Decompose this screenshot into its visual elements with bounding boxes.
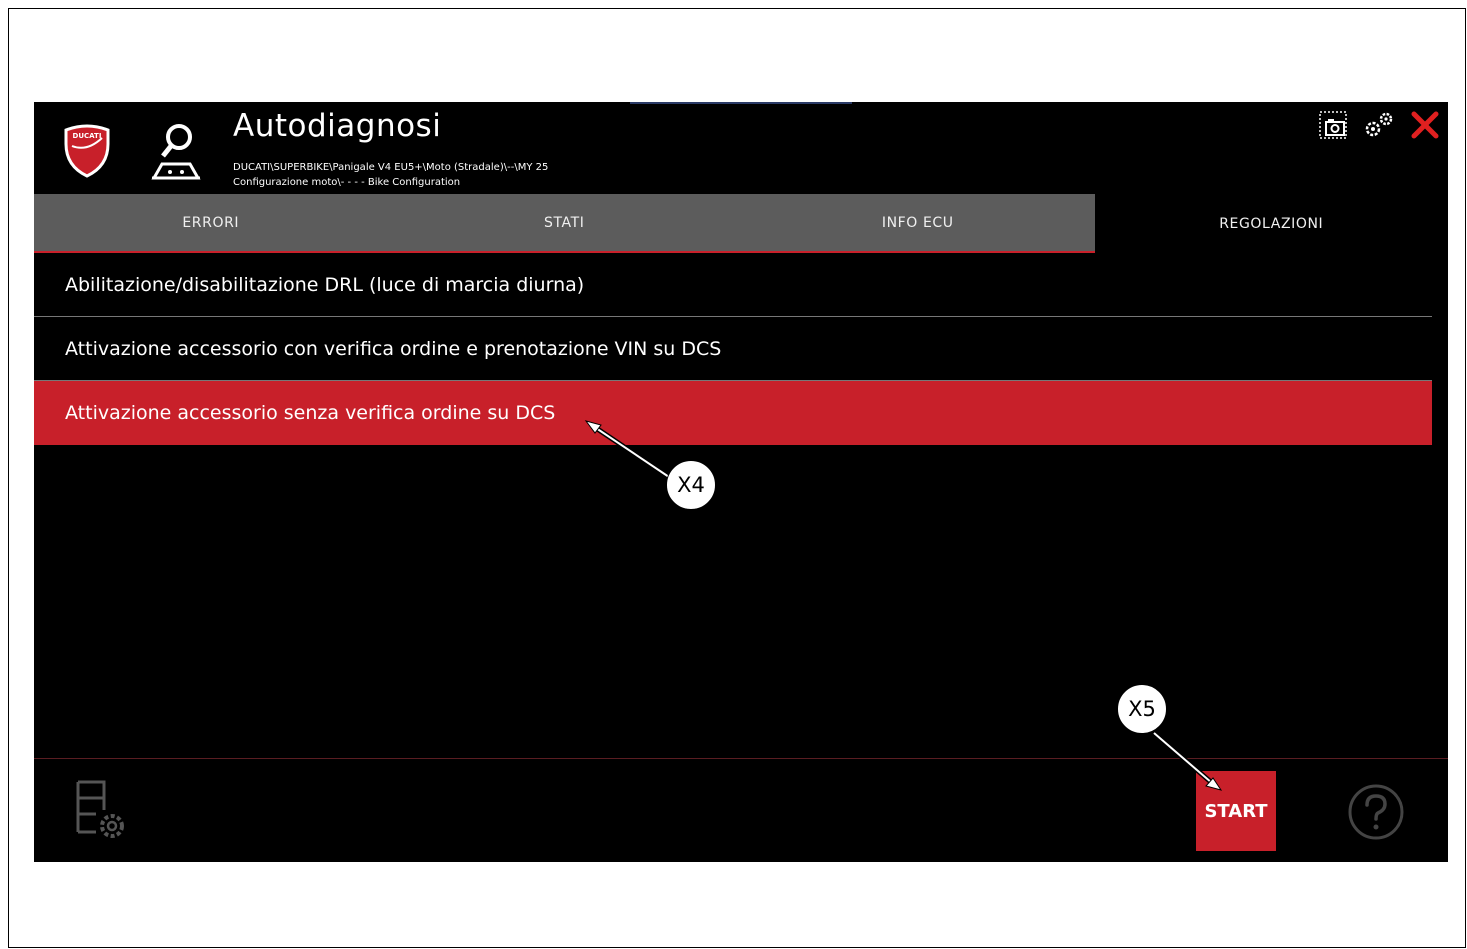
callout-x5: X5 bbox=[1117, 684, 1167, 734]
callout-arrow-x5 bbox=[1152, 731, 1223, 791]
callout-x4: X4 bbox=[666, 460, 716, 510]
callout-arrow-x4 bbox=[584, 420, 671, 480]
annotation-overlay bbox=[584, 420, 1223, 791]
